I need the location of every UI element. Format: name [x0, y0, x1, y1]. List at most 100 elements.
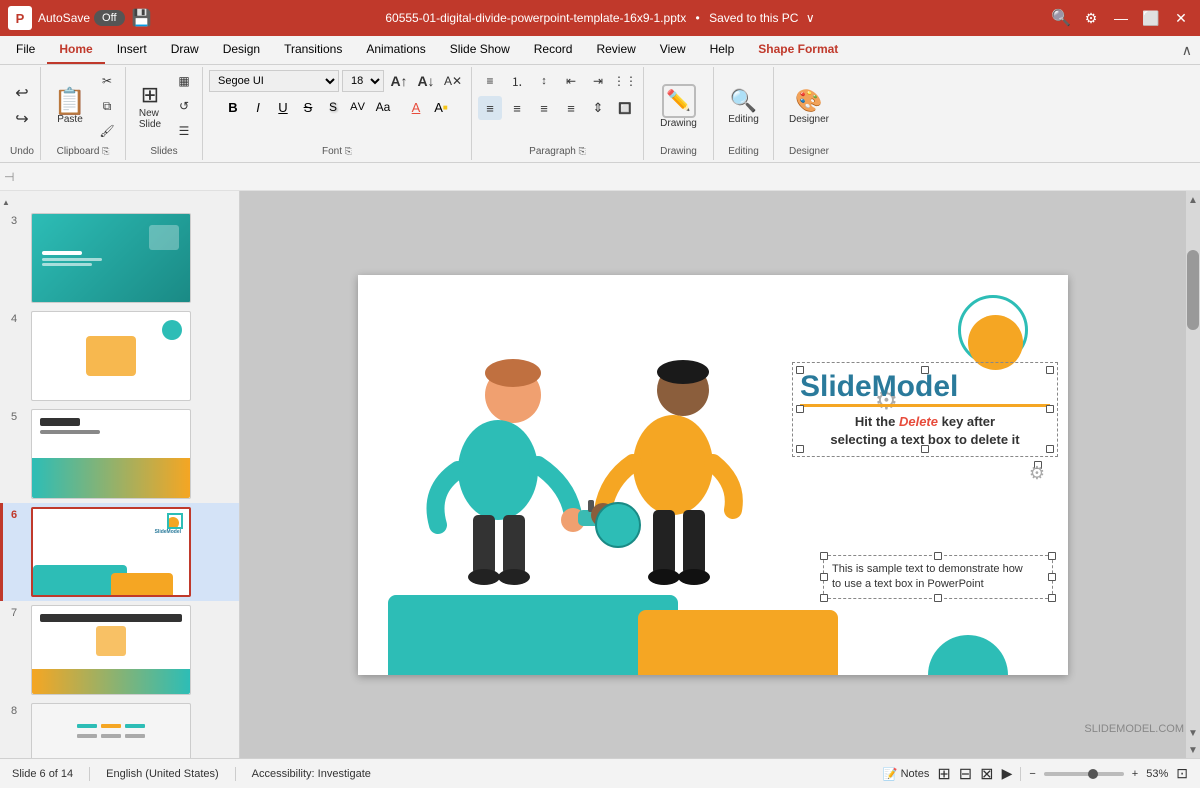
underline-button[interactable]: U [272, 96, 294, 118]
designer-label: Designer [789, 114, 829, 125]
autosave-toggle[interactable]: Off [94, 10, 124, 26]
scroll-bottom[interactable]: ▼ [1186, 743, 1200, 758]
slide-thumb-6[interactable]: 6 SlideModel [0, 503, 239, 601]
search-button[interactable]: 🔍 [1050, 7, 1072, 29]
panel-scroll-up[interactable]: ▲ [0, 195, 12, 209]
slide-thumb-3[interactable]: 3 [0, 209, 239, 307]
zoom-slider-thumb[interactable] [1088, 769, 1098, 779]
highlight-button[interactable]: A■ [430, 96, 452, 118]
decrease-indent-button[interactable]: ⇤ [559, 69, 583, 93]
editing-button[interactable]: 🔍 Editing [722, 85, 765, 128]
grow-font-button[interactable]: A↑ [387, 69, 411, 93]
language-indicator: English (United States) [106, 768, 219, 780]
shrink-font-button[interactable]: A↓ [414, 69, 438, 93]
align-center-button[interactable]: ≡ [505, 96, 529, 120]
align-left-button[interactable]: ≡ [478, 96, 502, 120]
layout-button[interactable]: ▦ [172, 69, 196, 93]
people-illustration [378, 315, 808, 655]
smart-art-button[interactable]: 🔲 [613, 96, 637, 120]
ribbon-content: ↩ ↪ Undo 📋 Paste ✂ ⧉ 🖌 Clipboard ⎘ [0, 65, 1200, 162]
scrollbar-thumb[interactable] [1187, 250, 1199, 330]
quick-access-bar: ⊣ [0, 163, 1200, 191]
settings-button[interactable]: ⚙ [1080, 7, 1102, 29]
tab-slideshow[interactable]: Slide Show [438, 36, 522, 64]
circle-orange [968, 315, 1023, 370]
fit-to-window-button[interactable]: ⊡ [1176, 765, 1188, 782]
designer-button[interactable]: 🎨 Designer [783, 85, 835, 128]
slide-preview-5 [31, 409, 191, 499]
scroll-down-arrow[interactable]: ▼ [1184, 724, 1200, 743]
sample-text: This is sample text to demonstrate how t… [832, 562, 1044, 593]
slide-sorter-button[interactable]: ⊟ [959, 764, 972, 784]
reset-button[interactable]: ↺ [172, 94, 196, 118]
columns-button[interactable]: ⋮⋮ [613, 69, 637, 93]
cut-button[interactable]: ✂ [95, 69, 119, 93]
new-slide-button[interactable]: ⊞ NewSlide [132, 79, 168, 133]
change-case-button[interactable]: Aa [372, 96, 394, 118]
tab-home[interactable]: Home [47, 36, 104, 64]
close-button[interactable]: ✕ [1170, 7, 1192, 29]
numbering-button[interactable]: ⒈ [505, 69, 529, 93]
align-right-button[interactable]: ≡ [532, 96, 556, 120]
gear-below-subtitle[interactable]: ⚙ [1029, 463, 1045, 484]
tab-shapeformat[interactable]: Shape Format [746, 36, 850, 64]
reading-view-button[interactable]: ⊠ [980, 764, 993, 784]
slide-panel: ▲ 3 4 5 [0, 191, 240, 758]
notes-button[interactable]: 📝 Notes [883, 767, 930, 781]
slide-thumb-5[interactable]: 5 [0, 405, 239, 503]
char-spacing-button[interactable]: AV [347, 96, 369, 118]
italic-button[interactable]: I [247, 96, 269, 118]
scroll-up-arrow[interactable]: ▲ [1184, 191, 1200, 210]
slide-thumb-8[interactable]: 8 [0, 699, 239, 758]
justify-button[interactable]: ≡ [559, 96, 583, 120]
tab-record[interactable]: Record [522, 36, 585, 64]
undo-button[interactable]: ↩ [10, 81, 34, 105]
tab-insert[interactable]: Insert [105, 36, 159, 64]
drawing-label: Drawing [660, 118, 697, 129]
right-scrollbar[interactable]: ▲ ▼ ▼ [1186, 191, 1200, 758]
maximize-button[interactable]: ⬜ [1140, 7, 1162, 29]
slide-title: SlideModel [800, 370, 1050, 404]
slide-thumb-7[interactable]: 7 [0, 601, 239, 699]
format-painter-button[interactable]: 🖌 [95, 119, 119, 143]
drawing-button[interactable]: ✏️ Drawing [654, 81, 703, 132]
slide-thumb-4[interactable]: 4 [0, 307, 239, 405]
font-size-select[interactable]: 18 [342, 70, 384, 92]
copy-button[interactable]: ⧉ [95, 94, 119, 118]
slide-num-3: 3 [11, 215, 25, 227]
tab-draw[interactable]: Draw [159, 36, 211, 64]
paste-icon: 📋 [54, 88, 86, 114]
shadow-button[interactable]: S [322, 96, 344, 118]
minimize-button[interactable]: — [1110, 7, 1132, 29]
tab-review[interactable]: Review [584, 36, 647, 64]
cyan-arc-decoration [928, 635, 1008, 675]
zoom-out-button[interactable]: − [1029, 768, 1035, 780]
section-button[interactable]: ☰ [172, 119, 196, 143]
increase-indent-button[interactable]: ⇥ [586, 69, 610, 93]
font-family-select[interactable]: Segoe UI [209, 70, 339, 92]
tab-transitions[interactable]: Transitions [272, 36, 354, 64]
text-direction-button[interactable]: ⇕ [586, 96, 610, 120]
clear-format-button[interactable]: A✕ [441, 69, 465, 93]
tab-help[interactable]: Help [698, 36, 747, 64]
tab-view[interactable]: View [648, 36, 698, 64]
paste-button[interactable]: 📋 Paste [47, 85, 93, 128]
font-color-button[interactable]: A [405, 96, 427, 118]
normal-view-button[interactable]: ⊞ [937, 764, 950, 784]
bold-button[interactable]: B [222, 96, 244, 118]
slide-num-5: 5 [11, 411, 25, 423]
designer-icon: 🎨 [795, 88, 822, 114]
line-spacing-button[interactable]: ↕ [532, 69, 556, 93]
redo-button[interactable]: ↪ [10, 107, 34, 131]
save-button[interactable]: 💾 [131, 7, 153, 29]
status-bar: Slide 6 of 14 English (United States) Ac… [0, 758, 1200, 788]
zoom-in-button[interactable]: + [1132, 768, 1138, 780]
tab-design[interactable]: Design [211, 36, 272, 64]
strikethrough-button[interactable]: S [297, 96, 319, 118]
tab-animations[interactable]: Animations [354, 36, 437, 64]
tab-file[interactable]: File [4, 36, 47, 64]
zoom-slider[interactable] [1044, 772, 1124, 776]
bullets-button[interactable]: ≡ [478, 69, 502, 93]
ribbon-collapse-button[interactable]: ∧ [1178, 40, 1196, 61]
slideshow-button[interactable]: ▶ [1002, 765, 1013, 782]
